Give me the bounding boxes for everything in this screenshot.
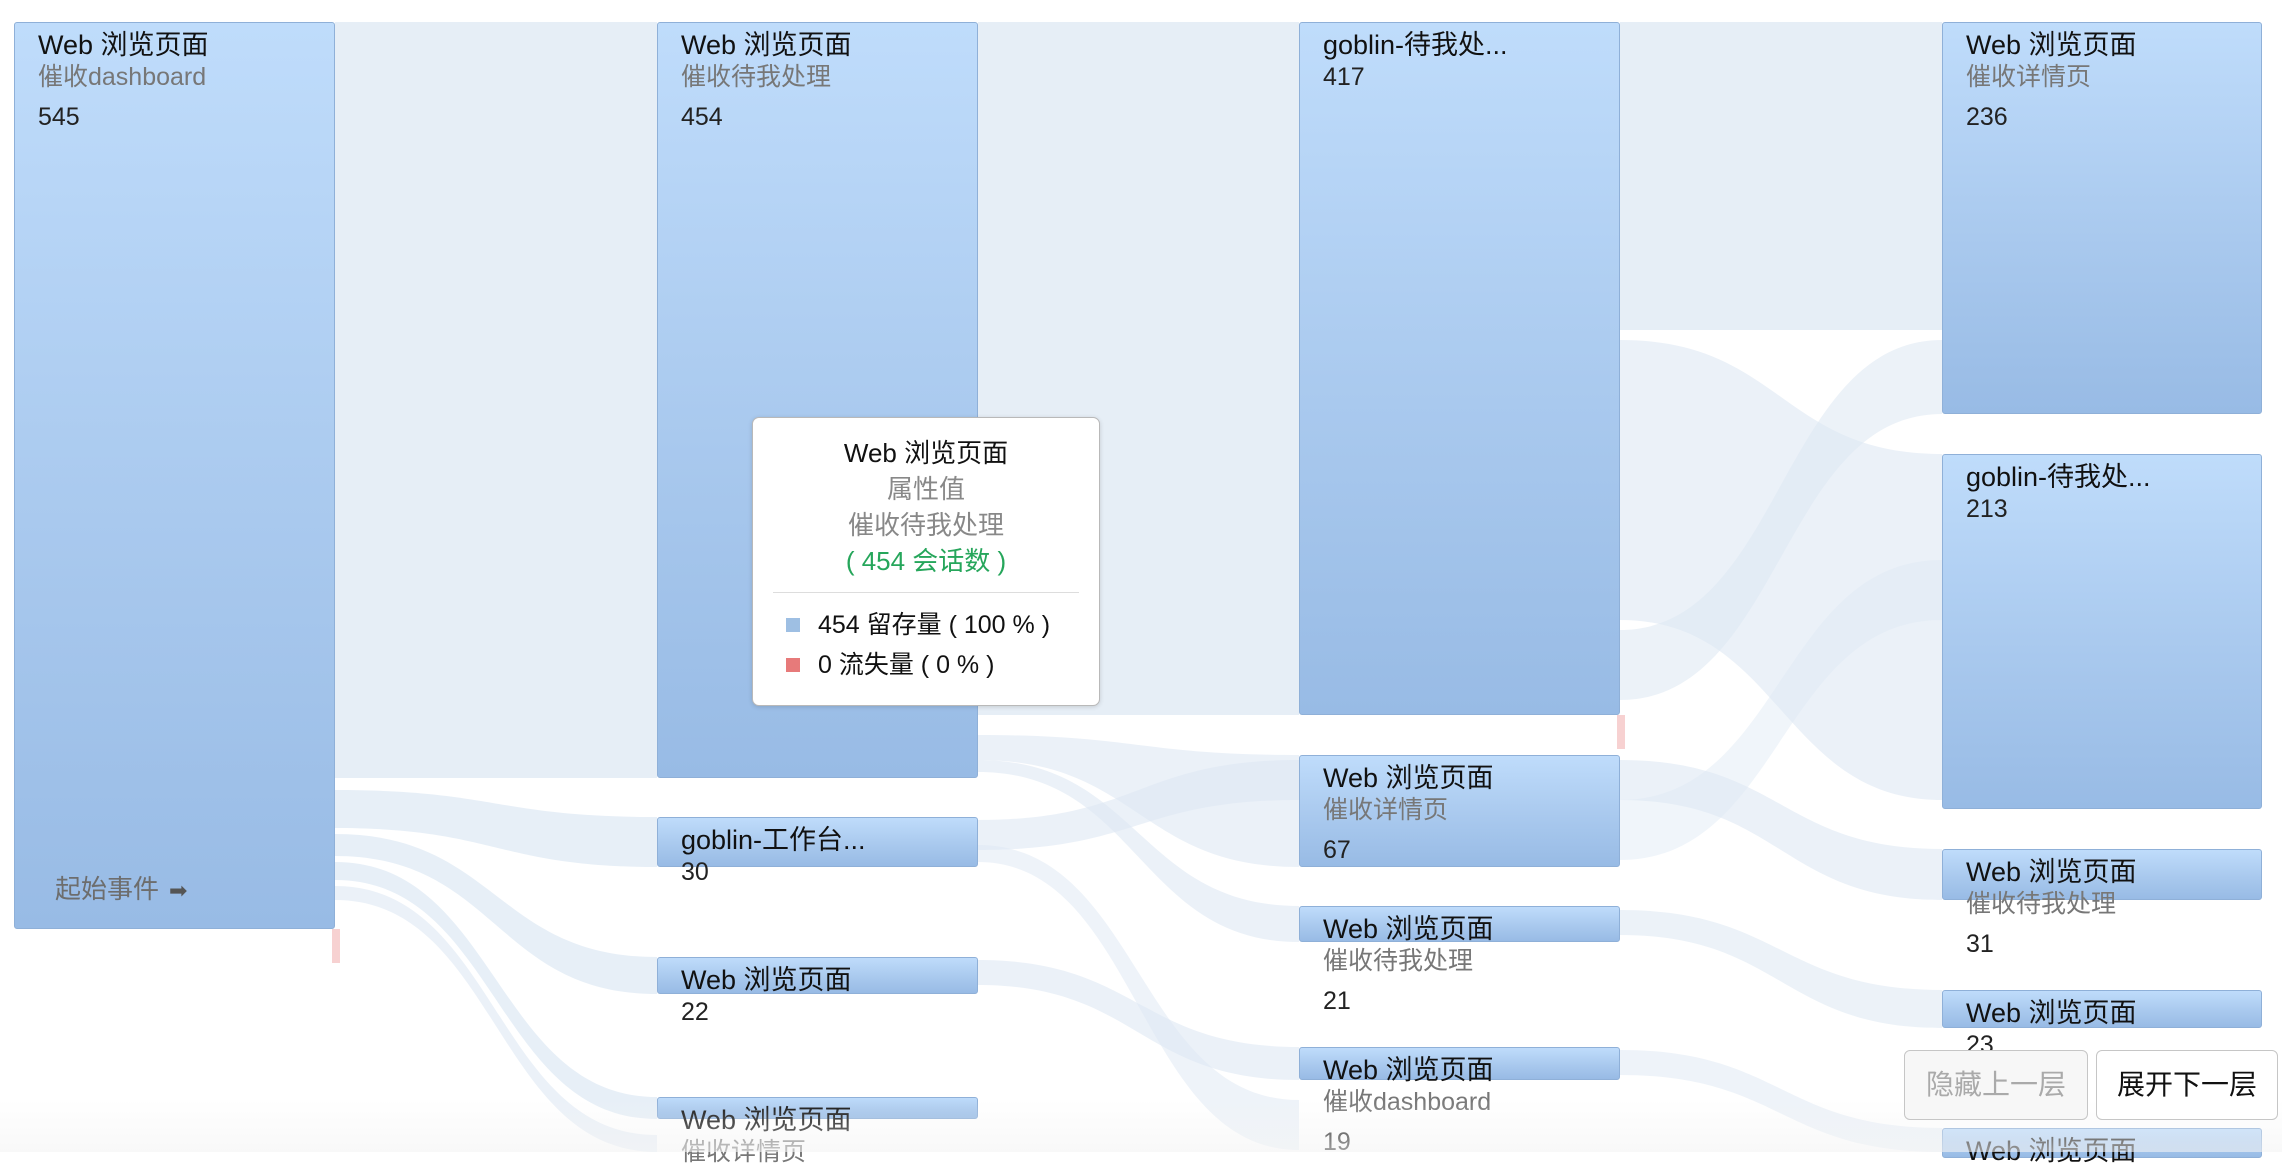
node-subtitle: 催收待我处理 [1323,947,1474,975]
flow-col1-col2-e [335,886,657,1152]
tooltip-attr-value: 催收待我处理 [847,510,1004,540]
node-title: Web 浏览页面 [1323,1055,1494,1085]
node-count: 213 [1966,495,2008,523]
node-col3-pending[interactable]: Web 浏览页面 催收待我处理 21 [1299,906,1620,1015]
start-event-label: 起始事件 ➡︎ [55,869,187,906]
node-title: goblin-待我处... [1966,462,2151,492]
flow-links [332,22,1942,1152]
node-title: Web 浏览页面 [1966,1136,2137,1166]
node-count: 19 [1323,1128,1351,1156]
node-col1-dashboard[interactable]: Web 浏览页面 催收dashboard 545 起始事件 ➡︎ [14,22,335,929]
node-col3-dashboard[interactable]: Web 浏览页面 催收dashboard 19 [1299,1047,1620,1156]
node-col3-goblin-pending[interactable]: goblin-待我处... 417 [1299,22,1620,715]
flow-col3-col4-f [1620,1050,1942,1152]
node-count: 417 [1323,63,1365,91]
flow-col2-col3-f [978,845,1299,1150]
node-col3-detail[interactable]: Web 浏览页面 催收详情页 67 [1299,755,1620,867]
tooltip-dropoff-row: 0 流失量 ( 0 % ) [786,645,1099,685]
node-subtitle: 催收待我处理 [681,63,832,91]
node-subtitle: 催收dashboard [38,63,207,91]
node-subtitle: 催收待我处理 [1966,890,2117,918]
node-title: Web 浏览页面 [1966,30,2137,60]
node-title: Web 浏览页面 [1966,998,2137,1028]
tooltip-retention-row: 454 留存量 ( 100 % ) [786,605,1099,645]
node-count: 454 [681,103,723,131]
start-event-text: 起始事件 [55,874,160,904]
node-title: Web 浏览页面 [1323,914,1494,944]
node-col4-pending[interactable]: Web 浏览页面 催收待我处理 31 [1942,849,2262,958]
dropoff-marker-1 [1617,715,1625,749]
node-subtitle: 催收详情页 [681,1138,807,1166]
node-title: Web 浏览页面 [681,965,852,995]
flow-col3-col4-main [1620,22,1942,330]
tooltip-attr-label: 属性值 [886,474,965,504]
node-col4-goblin-pending[interactable]: goblin-待我处... 213 [1942,454,2262,809]
retention-legend-icon [786,618,800,632]
tooltip-retention: 454 留存量 ( 100 % ) [818,611,1051,639]
dropoff-legend-icon [786,658,800,672]
node-count: 22 [681,998,709,1026]
node-count: 30 [681,858,709,886]
node-title: goblin-工作台... [681,825,866,855]
expand-next-layer-button[interactable]: 展开下一层 [2096,1050,2278,1120]
flow-col3-col4-e [1620,910,1942,1028]
tooltip-dropoff: 0 流失量 ( 0 % ) [818,651,995,679]
node-title: Web 浏览页面 [681,30,852,60]
tooltip-title: Web 浏览页面 [843,438,1009,468]
dropoff-marker-0 [332,929,340,963]
node-subtitle: 催收dashboard [1323,1088,1492,1116]
node-count: 21 [1323,987,1351,1015]
node-col2-detail[interactable]: Web 浏览页面 催收详情页 [657,1097,978,1166]
node-col2-web-22[interactable]: Web 浏览页面 22 [657,957,978,1026]
node-subtitle: 催收详情页 [1323,796,1449,824]
node-title: Web 浏览页面 [1323,763,1494,793]
node-title: goblin-待我处... [1323,30,1508,60]
double-arrow-icon: ➡︎ [169,878,188,903]
node-title: Web 浏览页面 [681,1105,852,1135]
node-count: 545 [38,103,80,131]
node-title: Web 浏览页面 [1966,857,2137,887]
node-count: 67 [1323,836,1351,864]
node-subtitle: 催收详情页 [1966,63,2092,91]
node-count: 236 [1966,103,2008,131]
node-col4-detail[interactable]: Web 浏览页面 催收详情页 236 [1942,22,2262,414]
node-count: 31 [1966,930,1994,958]
node-col4-web-last[interactable]: Web 浏览页面 [1942,1128,2262,1166]
node-title: Web 浏览页面 [38,30,209,60]
tooltip-sessions: ( 454 会话数 ) [845,546,1007,576]
flow-col1-col2-main [335,22,657,778]
hide-previous-layer-button[interactable]: 隐藏上一层 [1904,1050,2088,1120]
node-col2-goblin-workbench[interactable]: goblin-工作台... 30 [657,817,978,886]
node-col4-web-23[interactable]: Web 浏览页面 23 [1942,990,2262,1059]
tooltip-divider [773,592,1079,593]
node-tooltip: Web 浏览页面 属性值 催收待我处理 ( 454 会话数 ) 454 留存量 … [752,417,1100,706]
